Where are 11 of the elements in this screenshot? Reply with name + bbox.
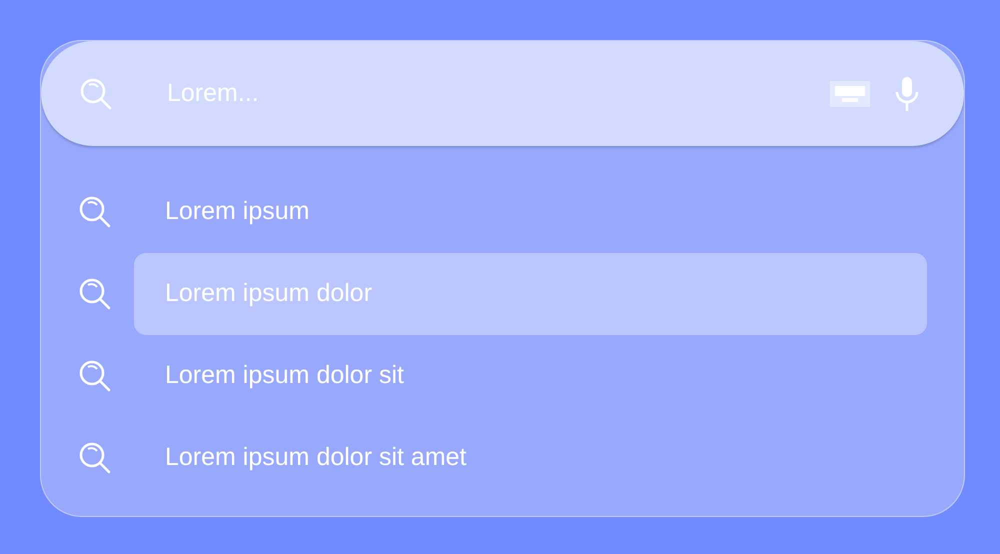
keyboard-icon[interactable] [830,80,870,106]
microphone-icon[interactable] [894,76,920,112]
suggestion-item[interactable]: Lorem ipsum dolor sit [134,335,927,417]
search-icon [79,76,113,110]
search-icon [78,195,112,229]
suggestion-item[interactable]: Lorem ipsum dolor [134,253,927,335]
suggestion-item[interactable]: Lorem ipsum dolor sit amet [134,417,927,499]
search-icon [78,441,112,475]
search-icon [78,277,112,311]
search-icon [78,359,112,393]
suggestion-item[interactable]: Lorem ipsum [134,171,927,253]
